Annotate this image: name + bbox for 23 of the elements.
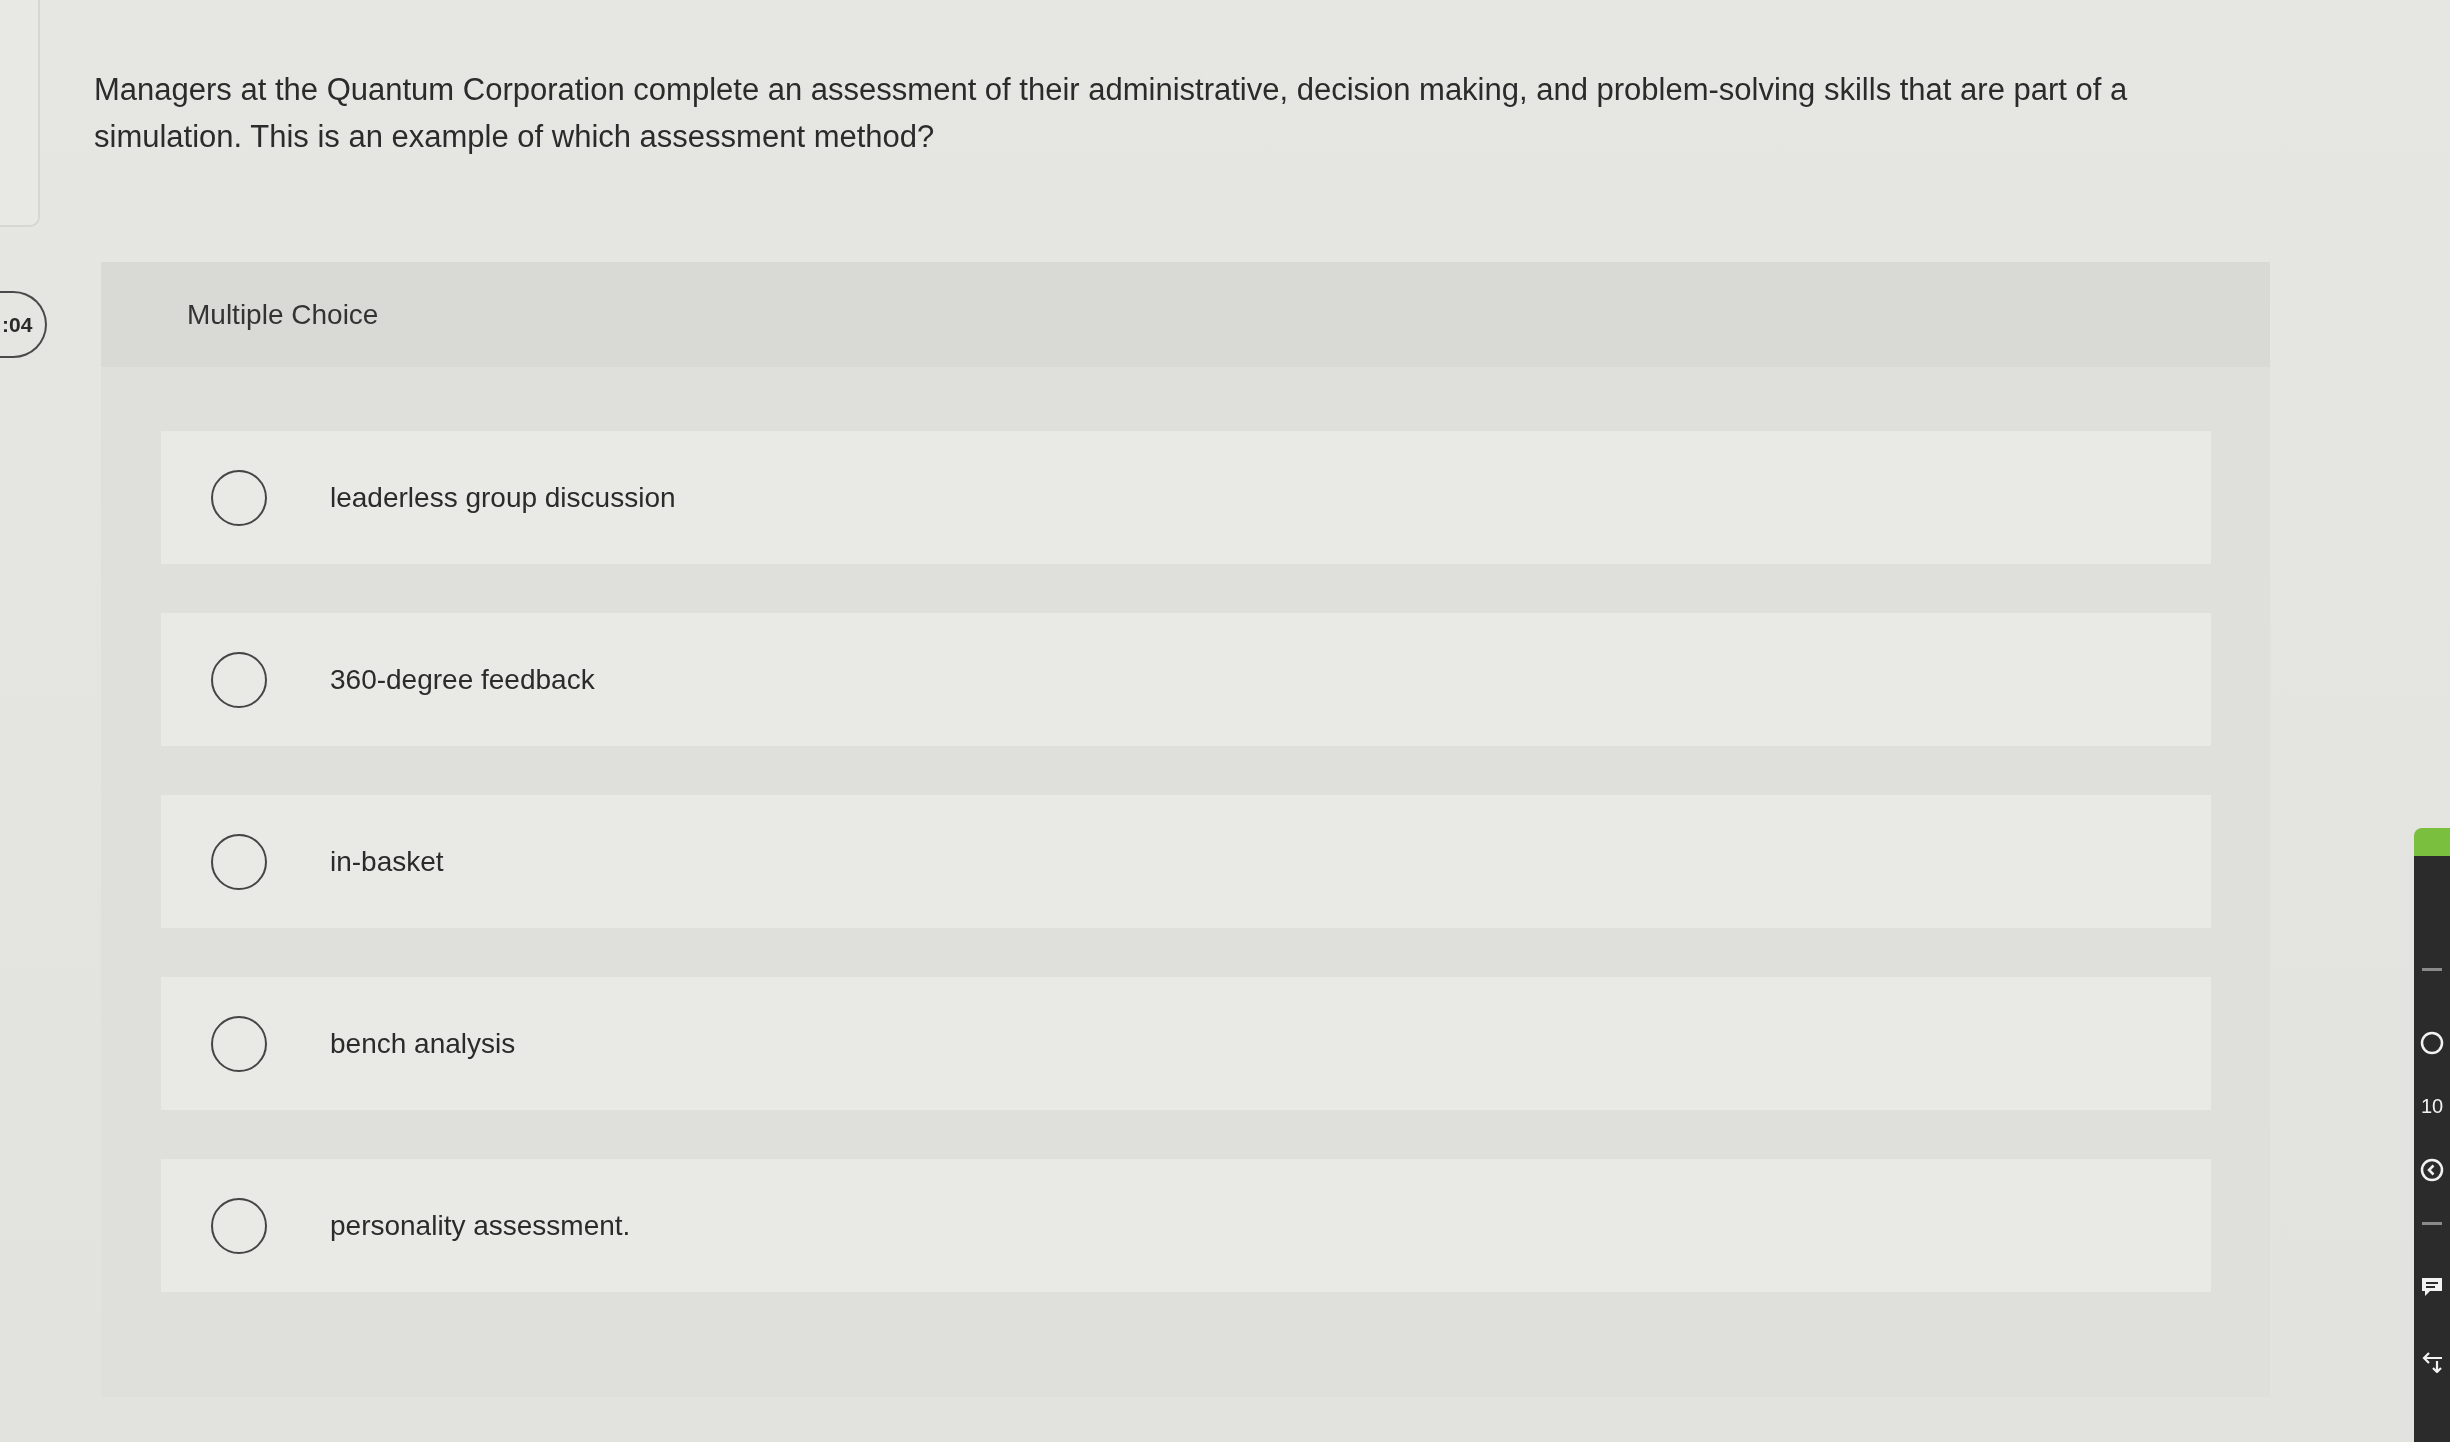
answer-option[interactable]: personality assessment. [161,1159,2211,1292]
answer-option[interactable]: 360-degree feedback [161,613,2211,746]
ring-icon[interactable] [2420,1031,2444,1055]
question-type-label: Multiple Choice [187,298,379,331]
answer-option[interactable]: in-basket [161,795,2211,928]
option-label: in-basket [330,845,444,878]
timer: :04 [0,291,47,358]
radio-button[interactable] [211,1015,267,1072]
option-label: 360-degree feedback [330,663,595,696]
chevron-circle-icon[interactable] [2420,1158,2444,1182]
answer-option[interactable]: leaderless group discussion [161,431,2211,564]
option-label: bench analysis [330,1027,516,1060]
radio-button[interactable] [211,1197,267,1254]
count-label: 10 [2420,1095,2444,1118]
option-label: personality assessment. [330,1209,631,1242]
arrows-icon[interactable] [2420,1349,2444,1373]
radio-button[interactable] [211,469,267,526]
option-label: leaderless group discussion [330,481,676,514]
comment-icon[interactable] [2420,1275,2444,1299]
answer-option[interactable]: bench analysis [161,977,2211,1110]
question-text: Managers at the Quantum Corporation complete an assessment of their administrative, decision making, and problem-solving skills that are part of a simulation. This is an example of which assessment method? [94,71,2129,156]
radio-button[interactable] [211,833,267,890]
radio-button[interactable] [211,651,267,708]
